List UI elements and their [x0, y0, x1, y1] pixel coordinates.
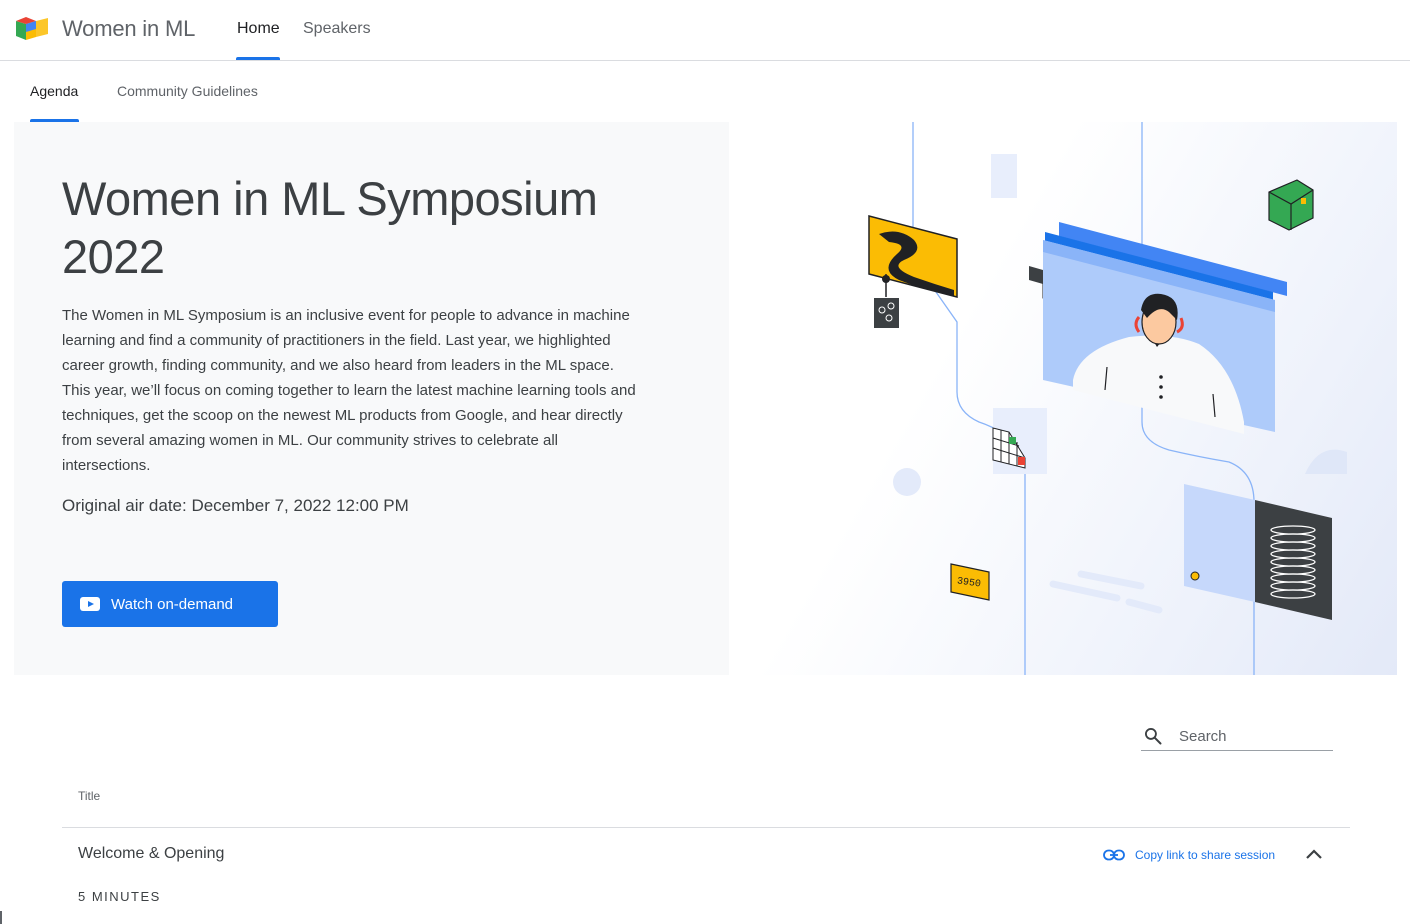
column-header-title[interactable]: Title	[78, 789, 100, 803]
ml-illustration-icon: 3950	[868, 122, 1347, 675]
google-developers-logo-icon[interactable]	[14, 16, 50, 42]
page-title: Women in ML Symposium 2022	[62, 172, 598, 283]
link-icon	[1103, 849, 1125, 861]
table-divider	[62, 827, 1350, 828]
site-brand-title[interactable]: Women in ML	[62, 16, 195, 42]
chevron-up-icon[interactable]	[1303, 843, 1325, 865]
tab-community-guidelines[interactable]: Community Guidelines	[117, 83, 258, 99]
session-title[interactable]: Welcome & Opening	[78, 845, 224, 863]
event-description: The Women in ML Symposium is an inclusiv…	[62, 307, 636, 474]
scroll-edge-marker	[0, 911, 2, 924]
nav-home[interactable]: Home	[237, 20, 280, 38]
session-duration: 5 MINUTES	[78, 889, 161, 904]
hero-panel: Women in ML Symposium 2022 The Women in …	[14, 122, 729, 675]
nav-active-indicator	[236, 57, 280, 60]
nav-speakers[interactable]: Speakers	[303, 20, 371, 38]
copy-session-link-button[interactable]: Copy link to share session	[1103, 845, 1275, 865]
youtube-play-icon	[80, 597, 100, 611]
tab-agenda[interactable]: Agenda	[30, 83, 78, 99]
top-app-bar: Women in ML Home Speakers	[0, 0, 1410, 61]
copy-link-label: Copy link to share session	[1135, 848, 1276, 862]
watch-on-demand-label: Watch on-demand	[111, 595, 234, 613]
hero-illustration: 3950	[729, 122, 1397, 675]
search-input[interactable]	[1179, 724, 1329, 748]
air-date: Original air date: December 7, 2022 12:0…	[62, 496, 409, 515]
watch-on-demand-button[interactable]: Watch on-demand	[62, 581, 278, 627]
search-icon	[1145, 728, 1162, 745]
agenda-search	[1141, 722, 1333, 751]
